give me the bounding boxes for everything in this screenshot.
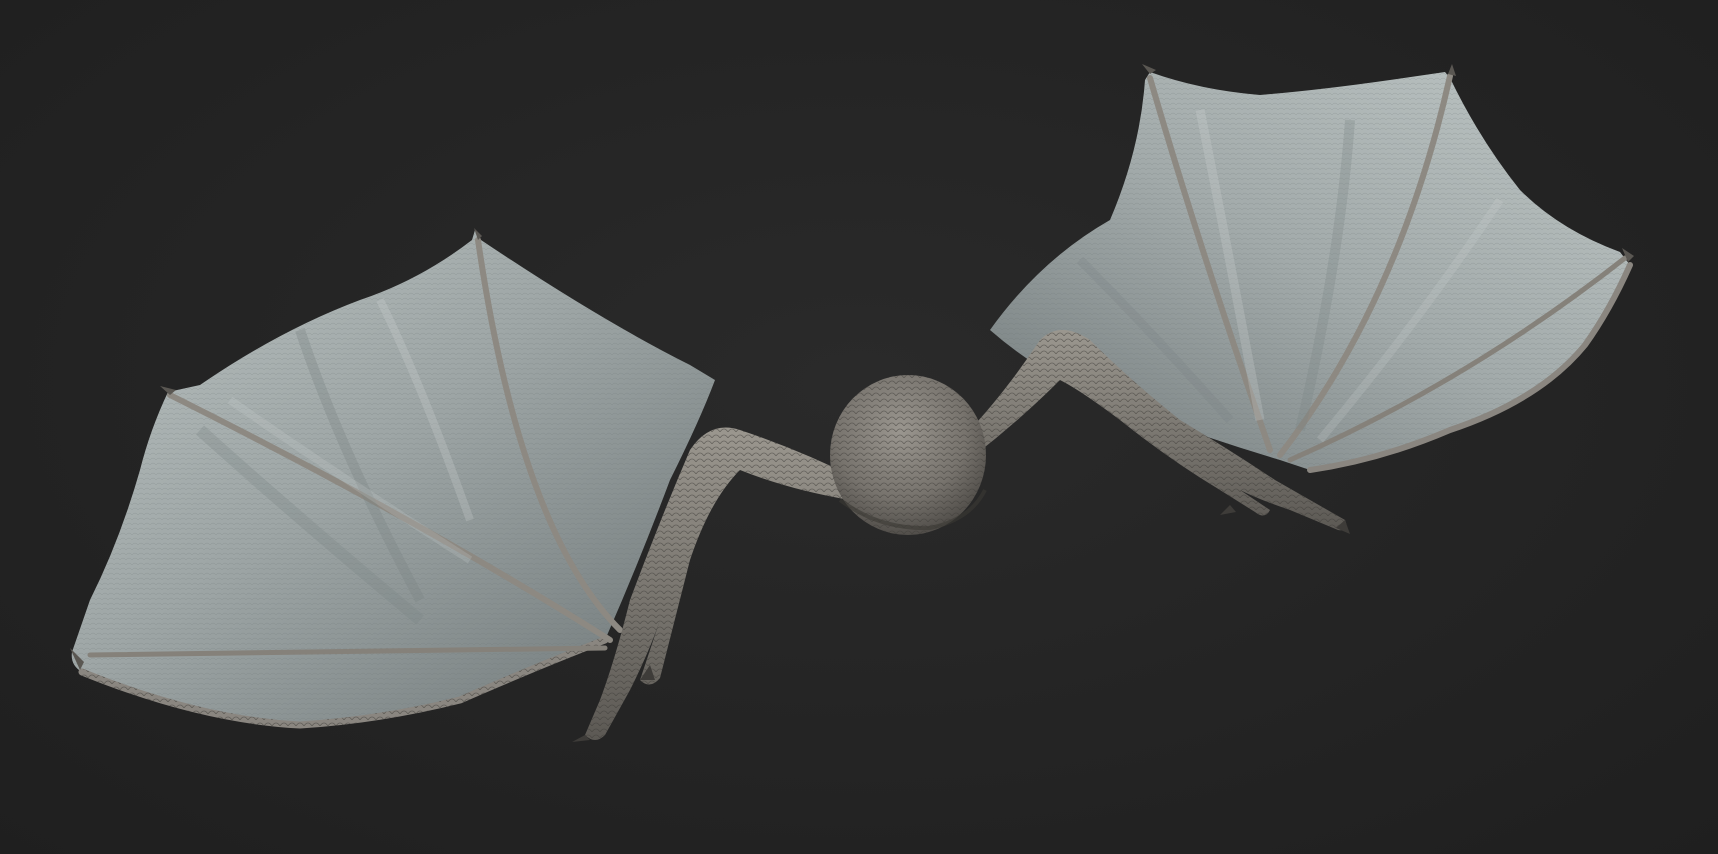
dragon-body: [830, 375, 987, 535]
3d-viewport[interactable]: [0, 0, 1718, 854]
right-wing: [990, 64, 1634, 473]
dragon-model[interactable]: [0, 0, 1718, 854]
